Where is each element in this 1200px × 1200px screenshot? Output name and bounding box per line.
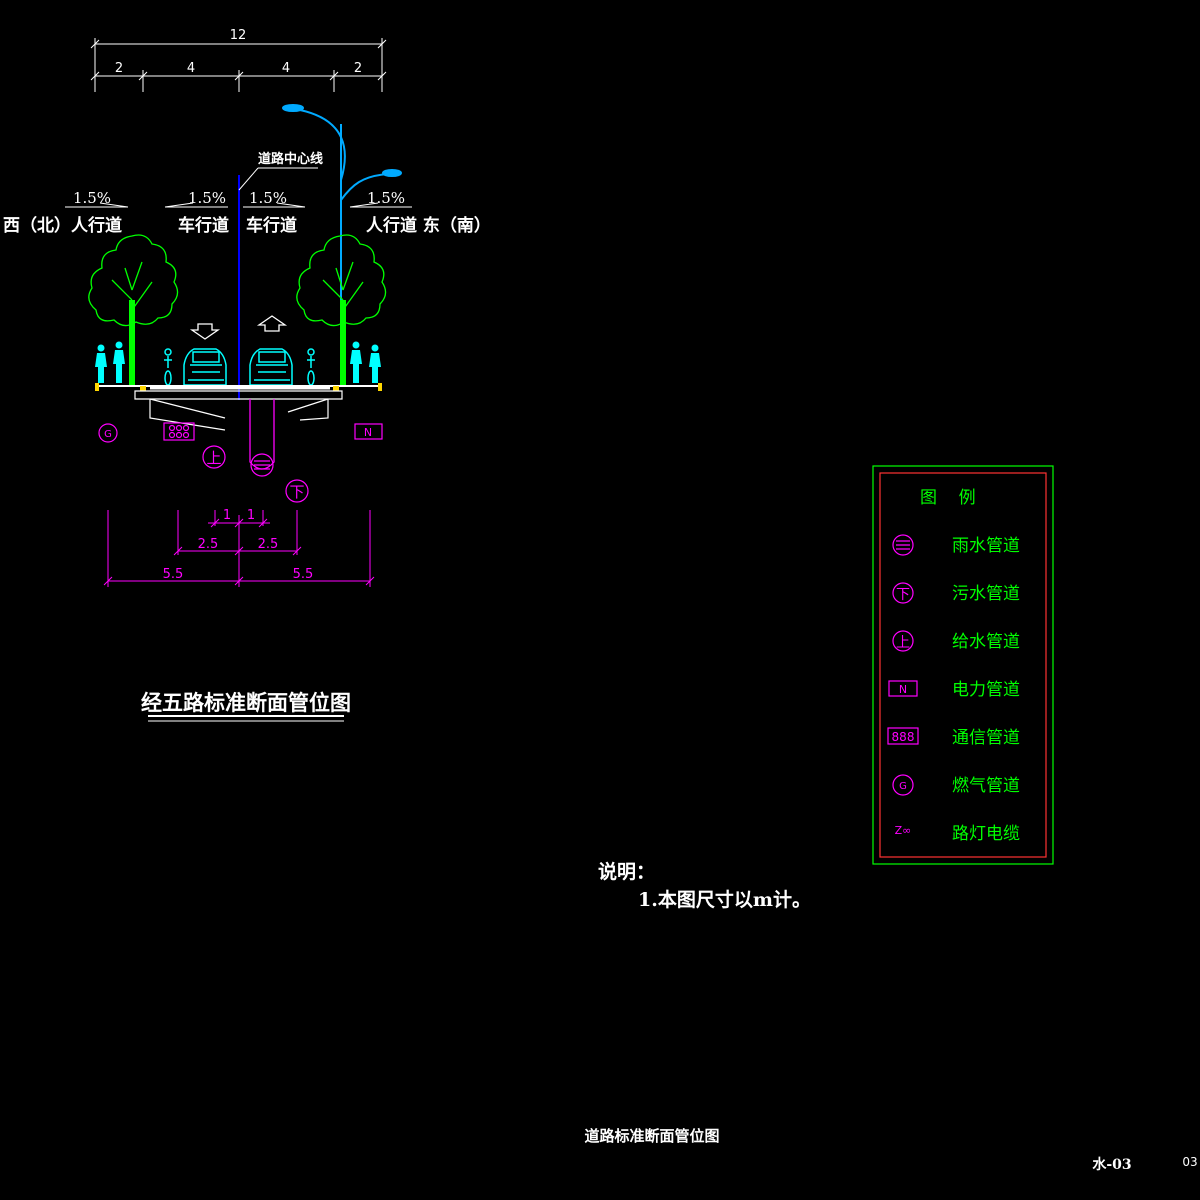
drawing-number: 水-03 — [1092, 1156, 1131, 1173]
legend-label-gas: 燃气管道 — [952, 776, 1020, 796]
dim-middle-right: 2.5 — [258, 537, 279, 552]
svg-text:上: 上 — [896, 635, 910, 651]
notes-item-1: 1.本图尺寸以m计。 — [638, 888, 811, 911]
svg-text:N: N — [899, 683, 907, 696]
car-icon-east — [249, 348, 293, 386]
section-title: 经五路标准断面管位图 — [141, 690, 351, 715]
legend-lamp-cable-icon: Z∞ — [895, 824, 912, 837]
car-icon-west — [183, 348, 227, 386]
sewer-pipe-symbol: 下 — [285, 479, 309, 503]
dim-seg-4: 2 — [354, 61, 362, 76]
dim-inner-left: 1 — [223, 508, 231, 523]
svg-text:上: 上 — [206, 449, 221, 467]
dim-inner-right: 1 — [247, 508, 255, 523]
svg-text:N: N — [364, 426, 372, 439]
legend-gas-icon: G — [892, 774, 914, 796]
legend-title: 图 例 — [920, 488, 976, 508]
dim-seg-2: 4 — [187, 61, 195, 76]
dim-seg-1: 2 — [115, 61, 123, 76]
dim-outer-left: 5.5 — [163, 567, 184, 582]
legend-label-water: 给水管道 — [952, 632, 1020, 652]
legend-water-icon: 上 — [892, 630, 914, 652]
arrow-down-icon — [189, 323, 221, 340]
tree-trunk-west — [129, 300, 135, 385]
legend-rain-icon — [892, 534, 914, 556]
dim-middle-left: 2.5 — [198, 537, 219, 552]
legend-label-sewer: 污水管道 — [952, 584, 1020, 604]
slope-east-carriageway: 1.5% — [249, 189, 287, 207]
svg-text:G: G — [899, 781, 907, 792]
water-supply-pipe-symbol: 上 — [202, 445, 226, 469]
footer-title: 道路标准断面管位图 — [584, 1127, 719, 1145]
arrow-up-icon — [256, 315, 288, 332]
dim-outer-right: 5.5 — [293, 567, 314, 582]
legend-label-power: 电力管道 — [952, 680, 1020, 700]
svg-text:888: 888 — [892, 730, 915, 744]
legend-label-telecom: 通信管道 — [952, 728, 1020, 748]
cross-section-drawing: 12 2 4 4 2 道路中心线 1.5% 1.5% 1.5% 1.5% 西（北… — [3, 28, 1198, 1173]
slope-west-carriageway: 1.5% — [188, 189, 226, 207]
gas-pipe-symbol: G — [98, 423, 118, 443]
centerline-label: 道路中心线 — [258, 151, 323, 167]
legend-sewer-icon: 下 — [892, 582, 914, 604]
top-dimensions — [90, 38, 387, 92]
west-carriageway-label: 车行道 — [178, 215, 229, 236]
bottom-dimensions — [103, 510, 375, 587]
legend-label-lamp-cable: 路灯电缆 — [952, 824, 1020, 844]
svg-text:G: G — [104, 429, 112, 440]
legend-telecom-icon: 888 — [887, 727, 919, 745]
dim-seg-3: 4 — [282, 61, 290, 76]
west-sidewalk-label: 西（北）人行道 — [3, 215, 122, 236]
slope-west-sidewalk: 1.5% — [73, 189, 111, 207]
legend-power-icon: N — [888, 680, 918, 697]
notes-heading: 说明： — [598, 860, 655, 883]
dim-total: 12 — [230, 28, 247, 43]
east-sidewalk-label: 人行道 东（南） — [366, 215, 491, 236]
tree-trunk-east — [340, 300, 346, 385]
telecom-pipe-symbol — [163, 422, 195, 441]
east-carriageway-label: 车行道 — [246, 215, 297, 236]
legend-label-rain: 雨水管道 — [952, 536, 1020, 556]
legend-box — [872, 465, 1054, 865]
sheet-number: 03 — [1182, 1155, 1197, 1169]
svg-text:下: 下 — [289, 483, 304, 501]
svg-text:下: 下 — [896, 587, 910, 603]
power-pipe-symbol: N — [354, 423, 383, 440]
slope-east-sidewalk: 1.5% — [367, 189, 405, 207]
rainwater-pipe-symbol — [250, 453, 274, 477]
